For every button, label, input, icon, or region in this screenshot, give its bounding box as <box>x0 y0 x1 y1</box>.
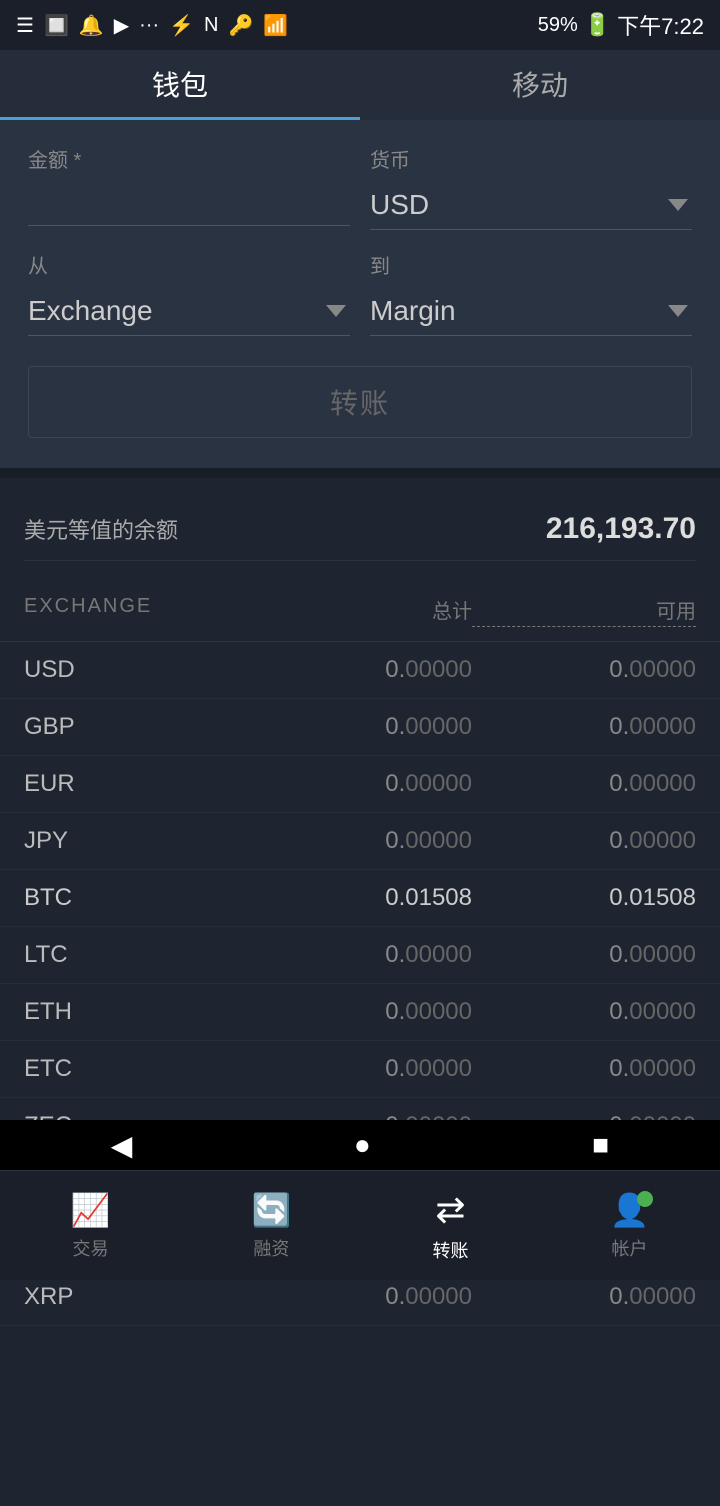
amount-group: 金额 * <box>28 144 350 230</box>
to-select[interactable]: Margin <box>370 287 692 336</box>
cell-currency: USD <box>24 656 248 684</box>
cell-currency: JPY <box>24 827 248 855</box>
transfer-icon: ⇄ <box>435 1189 465 1231</box>
cell-total: 0.00000 <box>248 656 472 684</box>
header-exchange: EXCHANGE <box>24 595 248 627</box>
cell-total: 0.00000 <box>248 1055 472 1083</box>
cell-available: 0.00000 <box>472 1055 696 1083</box>
tab-wallet[interactable]: 钱包 <box>0 50 360 120</box>
cell-total: 0.00000 <box>248 998 472 1026</box>
from-group: 从 Exchange <box>28 250 350 336</box>
from-dropdown-arrow <box>326 305 346 317</box>
header-total: 总计 <box>248 595 472 627</box>
cell-total: 0.00000 <box>248 713 472 741</box>
to-label: 到 <box>370 250 692 279</box>
cell-total: 0.00000 <box>248 770 472 798</box>
nav-finance[interactable]: 🔄 融资 <box>252 1191 292 1261</box>
time: 下午7:22 <box>617 9 704 41</box>
cell-total: 0.01508 <box>248 884 472 912</box>
cell-currency: BTC <box>24 884 248 912</box>
finance-label: 融资 <box>253 1235 289 1261</box>
table-row: USD 0.00000 0.00000 <box>0 642 720 699</box>
status-bar: ☰ 🔲 🔔 ▶ ··· ⚡ N 🔑 📶 59% 🔋 下午7:22 <box>0 0 720 50</box>
balance-row: 美元等值的余额 216,193.70 <box>24 498 696 561</box>
cell-available: 0.00000 <box>472 656 696 684</box>
balance-value: 216,193.70 <box>546 512 696 546</box>
app-icon: 🔲 <box>44 13 69 38</box>
to-dropdown-arrow <box>668 305 688 317</box>
nav-account[interactable]: 👤 帐户 <box>610 1191 650 1261</box>
balance-section: 美元等值的余额 216,193.70 <box>0 478 720 581</box>
table-row: ETC 0.00000 0.00000 <box>0 1041 720 1098</box>
android-nav: ◀ ● ■ <box>0 1120 720 1170</box>
nav-transfer[interactable]: ⇄ 转账 <box>432 1189 468 1263</box>
table-row: JPY 0.00000 0.00000 <box>0 813 720 870</box>
trade-label: 交易 <box>72 1235 108 1261</box>
table-header: EXCHANGE 总计 可用 <box>0 581 720 642</box>
transfer-label: 转账 <box>432 1237 468 1263</box>
header-available: 可用 <box>472 595 696 627</box>
amount-label: 金额 * <box>28 144 350 173</box>
cell-available: 0.00000 <box>472 1283 696 1311</box>
cell-available: 0.00000 <box>472 998 696 1026</box>
cell-available: 0.01508 <box>472 884 696 912</box>
cell-total: 0.00000 <box>248 941 472 969</box>
bluetooth-icon: ⚡ <box>169 13 194 38</box>
menu-icon: ☰ <box>16 13 34 38</box>
from-select[interactable]: Exchange <box>28 287 350 336</box>
status-icons-right: 59% 🔋 下午7:22 <box>538 9 704 41</box>
currency-dropdown-arrow <box>668 199 688 211</box>
section-divider <box>0 468 720 478</box>
cell-currency: XRP <box>24 1283 248 1311</box>
table-row: GBP 0.00000 0.00000 <box>0 699 720 756</box>
finance-icon: 🔄 <box>252 1191 292 1229</box>
signal-icon: 📶 <box>263 13 288 38</box>
recent-button[interactable]: ■ <box>592 1129 609 1161</box>
cell-available: 0.00000 <box>472 941 696 969</box>
battery-icon: 🔋 <box>584 12 611 38</box>
status-icons-left: ☰ 🔲 🔔 ▶ ··· ⚡ N 🔑 📶 <box>16 13 288 38</box>
bell-icon: 🔔 <box>79 13 104 38</box>
cell-currency: EUR <box>24 770 248 798</box>
to-group: 到 Margin <box>370 250 692 336</box>
cell-total: 0.00000 <box>248 1283 472 1311</box>
amount-input[interactable] <box>28 181 350 226</box>
cell-available: 0.00000 <box>472 770 696 798</box>
cell-currency: ETC <box>24 1055 248 1083</box>
cell-currency: GBP <box>24 713 248 741</box>
cell-total: 0.00000 <box>248 827 472 855</box>
cell-currency: LTC <box>24 941 248 969</box>
dots-icon: ··· <box>139 14 159 37</box>
from-value: Exchange <box>28 295 153 327</box>
online-indicator <box>637 1191 653 1207</box>
table-row: BTC 0.01508 0.01508 <box>0 870 720 927</box>
currency-label: 货币 <box>370 144 692 173</box>
trade-icon: 📈 <box>71 1191 111 1229</box>
nav-trade[interactable]: 📈 交易 <box>71 1191 111 1261</box>
back-button[interactable]: ◀ <box>111 1129 133 1162</box>
battery-percent: 59% <box>538 14 578 37</box>
account-label: 帐户 <box>611 1235 647 1261</box>
cell-available: 0.00000 <box>472 713 696 741</box>
bottom-nav: 📈 交易 🔄 融资 ⇄ 转账 👤 帐户 <box>0 1170 720 1280</box>
tab-move[interactable]: 移动 <box>360 50 720 120</box>
transfer-button[interactable]: 转账 <box>28 366 692 438</box>
table-row: EUR 0.00000 0.00000 <box>0 756 720 813</box>
cell-available: 0.00000 <box>472 827 696 855</box>
tab-bar: 钱包 移动 <box>0 50 720 120</box>
from-label: 从 <box>28 250 350 279</box>
table-row: ETH 0.00000 0.00000 <box>0 984 720 1041</box>
currency-value: USD <box>370 189 429 221</box>
send-icon: ▶ <box>114 13 129 38</box>
balance-label: 美元等值的余额 <box>24 513 178 545</box>
currency-select[interactable]: USD <box>370 181 692 230</box>
to-value: Margin <box>370 295 456 327</box>
currency-group: 货币 USD <box>370 144 692 230</box>
key-icon: 🔑 <box>228 13 253 38</box>
home-button[interactable]: ● <box>354 1129 371 1161</box>
nfc-icon: N <box>204 14 218 37</box>
table-row: LTC 0.00000 0.00000 <box>0 927 720 984</box>
transfer-form: 金额 * 货币 USD 从 Exchange <box>0 120 720 468</box>
cell-currency: ETH <box>24 998 248 1026</box>
